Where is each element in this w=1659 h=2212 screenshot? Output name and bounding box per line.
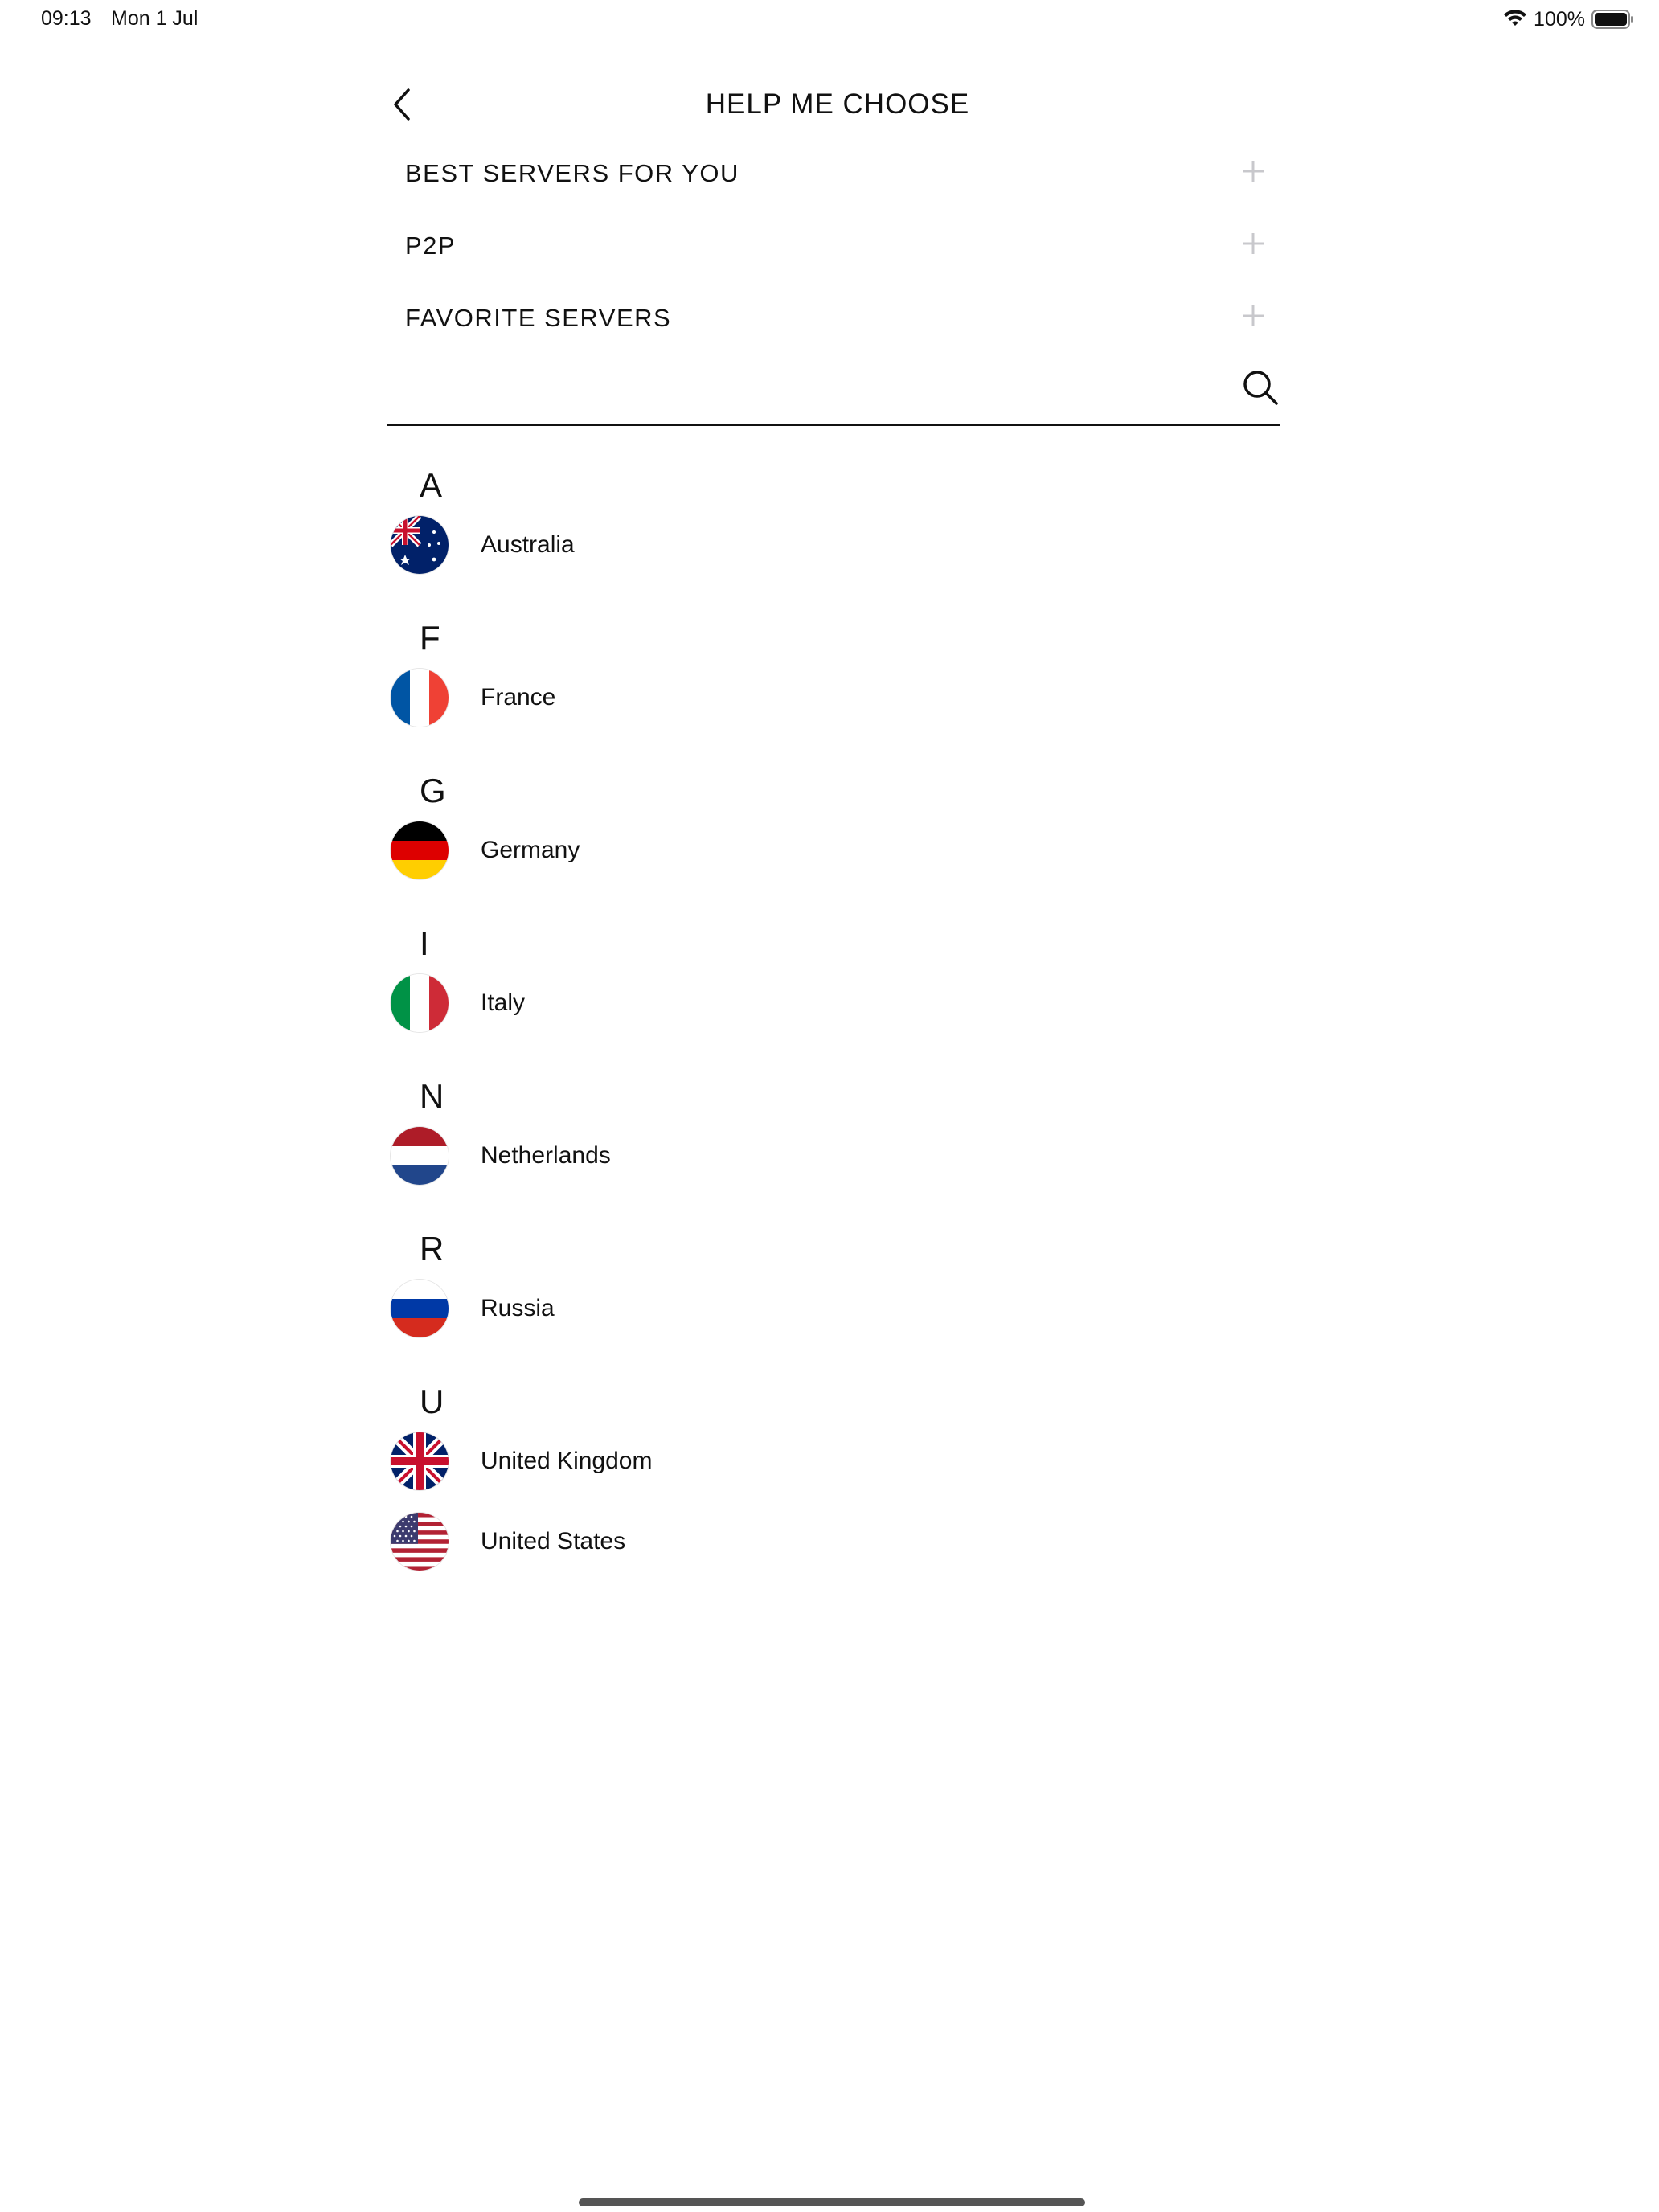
australia-flag-icon (391, 516, 449, 574)
section-letter: U (420, 1382, 444, 1420)
section-best-servers[interactable]: BEST SERVERS FOR YOU (387, 145, 1288, 217)
section-letter: F (420, 619, 440, 657)
country-name: United Kingdom (481, 1448, 653, 1474)
country-list: A Australia F France G Germany I Italy N… (391, 466, 1275, 1616)
country-item-united-states[interactable]: United States (391, 1501, 1275, 1582)
country-item-russia[interactable]: Russia (391, 1268, 1275, 1349)
section-letter: R (420, 1230, 444, 1268)
country-name: Italy (481, 989, 526, 1016)
letter-group-a: A Australia (391, 466, 1275, 585)
battery-percentage: 100% (1534, 7, 1585, 31)
country-name: United States (481, 1528, 626, 1555)
status-date: Mon 1 Jul (111, 7, 199, 30)
section-label: FAVORITE SERVERS (405, 304, 672, 332)
wifi-icon (1504, 10, 1527, 26)
search-bar (387, 360, 1280, 426)
country-name: Russia (481, 1295, 555, 1321)
country-item-united-kingdom[interactable]: United Kingdom (391, 1421, 1275, 1501)
country-item-germany[interactable]: Germany (391, 810, 1275, 891)
plus-icon[interactable] (1241, 304, 1265, 328)
battery-icon (1591, 10, 1633, 29)
section-favorite-servers[interactable]: FAVORITE SERVERS (387, 289, 1288, 362)
plus-icon[interactable] (1241, 231, 1265, 256)
server-categories: BEST SERVERS FOR YOU P2P FAVORITE SERVER… (387, 145, 1288, 362)
country-item-france[interactable]: France (391, 657, 1275, 738)
status-indicators: 100% (1503, 6, 1635, 32)
russia-flag-icon (391, 1280, 449, 1337)
section-letter: I (420, 924, 429, 962)
section-label: P2P (405, 231, 457, 260)
section-letter: N (420, 1077, 444, 1115)
italy-flag-icon (391, 974, 449, 1032)
section-letter: A (420, 466, 443, 504)
letter-group-g: G Germany (391, 772, 1275, 891)
united-states-flag-icon (391, 1513, 449, 1571)
country-item-netherlands[interactable]: Netherlands (391, 1116, 1275, 1196)
header: HELP ME CHOOSE (387, 80, 1288, 129)
letter-group-f: F France (391, 619, 1275, 738)
status-time: 09:13 (41, 7, 92, 30)
country-item-italy[interactable]: Italy (391, 963, 1275, 1043)
section-label: BEST SERVERS FOR YOU (405, 159, 739, 187)
netherlands-flag-icon (391, 1127, 449, 1185)
section-p2p[interactable]: P2P (387, 217, 1288, 289)
france-flag-icon (391, 669, 449, 727)
status-bar: 09:13 Mon 1 Jul 100% (0, 0, 1659, 40)
germany-flag-icon (391, 821, 449, 879)
search-input[interactable] (395, 368, 1202, 410)
country-name: France (481, 684, 556, 711)
home-indicator[interactable] (579, 2198, 1085, 2206)
search-icon[interactable] (1241, 368, 1280, 407)
letter-group-u: U United Kingdom United States (391, 1382, 1275, 1582)
country-item-australia[interactable]: Australia (391, 505, 1275, 585)
section-letter: G (420, 772, 446, 809)
page-title: HELP ME CHOOSE (705, 88, 970, 120)
country-name: Germany (481, 837, 580, 863)
united-kingdom-flag-icon (391, 1432, 449, 1490)
country-name: Australia (481, 531, 575, 558)
plus-icon[interactable] (1241, 159, 1265, 183)
letter-group-r: R Russia (391, 1230, 1275, 1349)
letter-group-i: I Italy (391, 924, 1275, 1043)
letter-group-n: N Netherlands (391, 1077, 1275, 1196)
country-name: Netherlands (481, 1142, 611, 1169)
